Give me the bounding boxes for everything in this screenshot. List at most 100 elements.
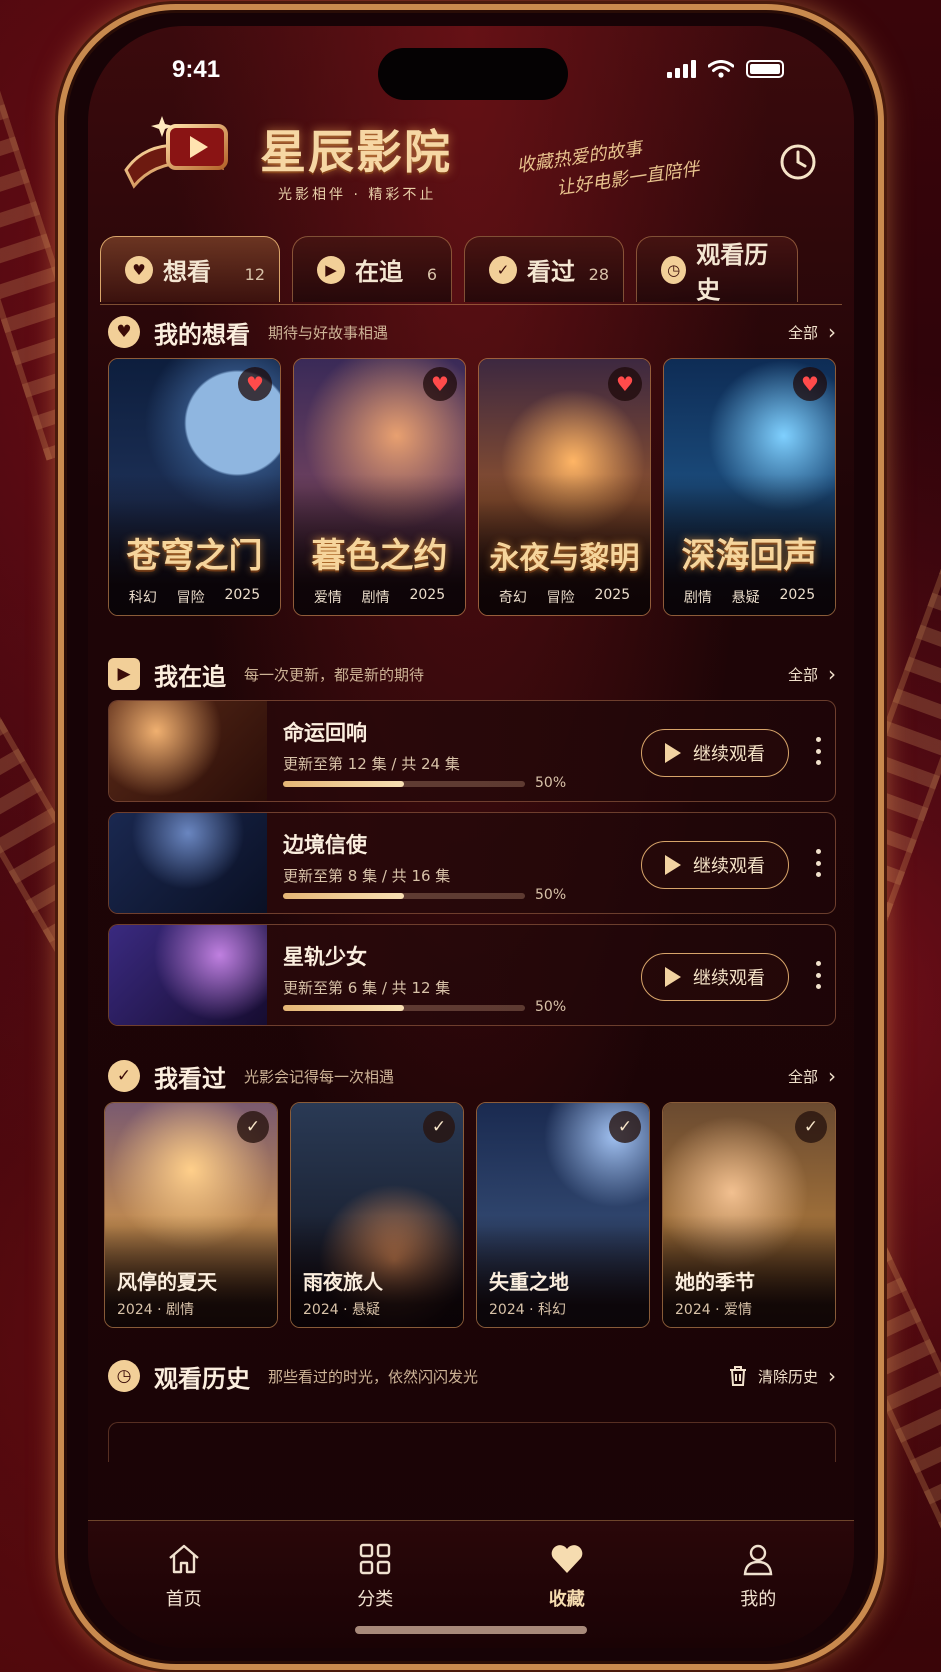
signal-icon <box>667 60 696 78</box>
watched-meta: 2024 · 科幻 <box>489 1302 566 1318</box>
see-all-label: 全部 <box>787 323 818 342</box>
watched-poster[interactable]: ✓ 风停的夏天 2024 · 剧情 <box>104 1102 278 1328</box>
tab-label: 在追 <box>355 258 403 286</box>
more-options-icon[interactable] <box>815 961 821 989</box>
watching-item[interactable]: 星轨少女 更新至第 6 集 / 共 12 集 50% 继续观看 <box>108 924 836 1026</box>
progress-fill <box>283 893 404 899</box>
tab-label: 看过 <box>527 258 575 286</box>
check-icon: ✓ <box>609 1111 641 1143</box>
episode-info: 更新至第 12 集 / 共 24 集 <box>283 755 460 773</box>
see-all-link[interactable]: 全部 › <box>788 1064 836 1088</box>
watching-thumbnail <box>109 813 267 913</box>
genre: 冒险 <box>546 590 575 606</box>
progress-fill <box>283 781 404 787</box>
watched-poster[interactable]: ✓ 她的季节 2024 · 爱情 <box>662 1102 836 1328</box>
watching-item[interactable]: 命运回响 更新至第 12 集 / 共 24 集 50% 继续观看 <box>108 700 836 802</box>
clear-history-label: 清除历史 <box>757 1367 818 1386</box>
poster-title: 暮色之约 <box>311 536 448 576</box>
dynamic-island <box>378 48 568 100</box>
watching-section-header: ▶ 我在追 每一次更新，都是新的期待 全部 › <box>108 654 836 694</box>
nav-label: 我的 <box>740 1589 777 1610</box>
button-label: 继续观看 <box>693 968 765 989</box>
button-label: 继续观看 <box>693 744 765 765</box>
section-title: 观看历史 <box>154 1364 250 1393</box>
check-icon: ✓ <box>237 1111 269 1143</box>
watched-meta: 2024 · 剧情 <box>117 1302 194 1318</box>
poster-meta: 爱情 剧情 2025 <box>294 587 465 607</box>
history-section-header: ◷ 观看历史 那些看过的时光，依然闪闪发光 清除历史 › <box>108 1356 836 1396</box>
genre: 剧情 <box>361 590 390 606</box>
continue-watching-button[interactable]: 继续观看 <box>641 841 789 889</box>
progress-bar <box>283 1005 525 1011</box>
nav-label: 收藏 <box>548 1589 585 1610</box>
continue-watching-button[interactable]: 继续观看 <box>641 729 789 777</box>
play-icon: ▶ <box>108 658 140 690</box>
heart-icon <box>551 1545 583 1573</box>
tab-want[interactable]: ♥ 想看 12 <box>100 236 280 302</box>
play-icon <box>665 855 681 875</box>
tab-watching[interactable]: ▶ 在追 6 <box>292 236 452 302</box>
watching-thumbnail <box>109 701 267 801</box>
clear-history-button[interactable]: 清除历史 › <box>728 1364 836 1388</box>
genre: 爱情 <box>313 590 342 606</box>
section-subtitle: 光影会记得每一次相遇 <box>244 1067 395 1086</box>
watching-title: 星轨少女 <box>283 945 367 969</box>
progress-fill <box>283 1005 404 1011</box>
grid-icon <box>360 1543 391 1575</box>
heart-icon[interactable]: ♥ <box>608 367 642 401</box>
check-icon: ✓ <box>108 1060 140 1092</box>
genre: 奇幻 <box>498 590 527 606</box>
progress-bar <box>283 893 525 899</box>
tab-label: 想看 <box>163 258 211 286</box>
heart-icon[interactable]: ♥ <box>423 367 457 401</box>
continue-watching-button[interactable]: 继续观看 <box>641 953 789 1001</box>
watching-item[interactable]: 边境信使 更新至第 8 集 / 共 16 集 50% 继续观看 <box>108 812 836 914</box>
heart-icon[interactable]: ♥ <box>793 367 827 401</box>
want-poster[interactable]: ♥ 苍穹之门 科幻 冒险 2025 <box>108 358 281 616</box>
poster-meta: 奇幻 冒险 2025 <box>479 587 650 607</box>
nav-profile[interactable]: 我的 <box>698 1541 818 1648</box>
watched-meta: 2024 · 爱情 <box>675 1302 752 1318</box>
watching-thumbnail <box>109 925 267 1025</box>
want-poster[interactable]: ♥ 深海回声 剧情 悬疑 2025 <box>663 358 836 616</box>
see-all-link[interactable]: 全部 › <box>788 662 836 686</box>
bottom-tab-bar: 首页 分类 收藏 我的 <box>88 1520 854 1648</box>
section-title: 我在追 <box>154 662 226 691</box>
more-options-icon[interactable] <box>815 849 821 877</box>
see-all-label: 全部 <box>787 1067 818 1086</box>
progress-percent: 50% <box>535 775 567 791</box>
watched-poster[interactable]: ✓ 失重之地 2024 · 科幻 <box>476 1102 650 1328</box>
chevron-right-icon: › <box>828 1364 836 1388</box>
tab-watched[interactable]: ✓ 看过 28 <box>464 236 624 302</box>
phone-frame: 9:41 星辰影院 光影相伴 · 精彩不止 收藏热爱的故事 让好电影一直陪伴 ♥ <box>58 4 884 1670</box>
collection-tabs: ♥ 想看 12 ▶ 在追 6 ✓ 看过 28 ◷ 观看历史 <box>100 236 842 304</box>
clock-icon: ◷ <box>108 1360 140 1392</box>
nav-home[interactable]: 首页 <box>124 1541 244 1648</box>
watched-list: ✓ 风停的夏天 2024 · 剧情 ✓ 雨夜旅人 2024 · 悬疑 ✓ 失重之… <box>104 1102 836 1328</box>
nav-label: 分类 <box>357 1589 394 1610</box>
tabs-divider <box>100 304 842 305</box>
progress-percent: 50% <box>535 887 567 903</box>
button-label: 继续观看 <box>693 856 765 877</box>
tab-count: 6 <box>426 265 437 284</box>
more-options-icon[interactable] <box>815 737 821 765</box>
want-poster[interactable]: ♥ 永夜与黎明 奇幻 冒险 2025 <box>478 358 651 616</box>
clock-icon: ◷ <box>661 255 687 284</box>
watched-meta: 2024 · 悬疑 <box>303 1302 380 1318</box>
user-icon <box>743 1544 773 1576</box>
section-title: 我看过 <box>154 1064 226 1093</box>
app-title: 星辰影院 <box>260 125 452 179</box>
clock-icon[interactable] <box>778 142 818 182</box>
want-poster[interactable]: ♥ 暮色之约 爱情 剧情 2025 <box>293 358 466 616</box>
poster-meta: 科幻 冒险 2025 <box>109 587 280 607</box>
heart-icon[interactable]: ♥ <box>238 367 272 401</box>
see-all-link[interactable]: 全部 › <box>788 320 836 344</box>
section-title: 我的想看 <box>154 320 250 349</box>
episode-info: 更新至第 6 集 / 共 12 集 <box>283 979 451 997</box>
tab-history[interactable]: ◷ 观看历史 <box>636 236 798 304</box>
play-icon <box>665 743 681 763</box>
watched-poster[interactable]: ✓ 雨夜旅人 2024 · 悬疑 <box>290 1102 464 1328</box>
year: 2025 <box>594 587 631 603</box>
tab-count: 12 <box>244 265 265 284</box>
wifi-icon <box>708 60 734 78</box>
